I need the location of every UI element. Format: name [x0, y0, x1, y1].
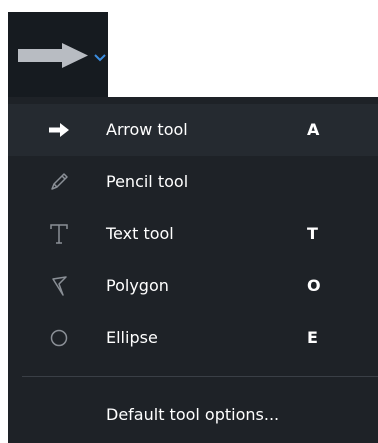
menu-item-pencil-tool[interactable]: Pencil tool — [8, 156, 378, 208]
arrow-icon — [49, 123, 69, 137]
menu-item-shortcut: O — [307, 276, 321, 295]
tool-menu: Arrow tool A Pencil tool Text tool T Pol… — [8, 97, 378, 443]
pencil-icon — [51, 173, 68, 190]
tool-select-button[interactable] — [8, 12, 108, 97]
menu-separator — [22, 376, 378, 377]
polygon-icon — [52, 276, 67, 296]
menu-item-label: Text tool — [106, 224, 174, 243]
menu-item-polygon[interactable]: Polygon O — [8, 260, 378, 312]
text-icon — [50, 224, 68, 244]
menu-item-ellipse[interactable]: Ellipse E — [8, 312, 378, 364]
menu-item-shortcut: T — [307, 224, 318, 243]
menu-item-label: Default tool options... — [106, 405, 280, 424]
chevron-down-icon[interactable] — [93, 53, 107, 63]
menu-item-shortcut: A — [307, 120, 320, 139]
menu-item-label: Ellipse — [106, 328, 158, 347]
menu-item-label: Polygon — [106, 276, 169, 295]
menu-item-arrow-tool[interactable]: Arrow tool A — [8, 104, 378, 156]
menu-item-label: Pencil tool — [106, 172, 189, 191]
menu-item-text-tool[interactable]: Text tool T — [8, 208, 378, 260]
page: Arrow tool A Pencil tool Text tool T Pol… — [0, 0, 378, 443]
arrow-icon — [18, 43, 88, 68]
menu-item-default-tool-options[interactable]: Default tool options... — [8, 389, 378, 441]
menu-item-label: Arrow tool — [106, 120, 188, 139]
ellipse-icon — [50, 329, 68, 347]
menu-item-shortcut: E — [307, 328, 318, 347]
